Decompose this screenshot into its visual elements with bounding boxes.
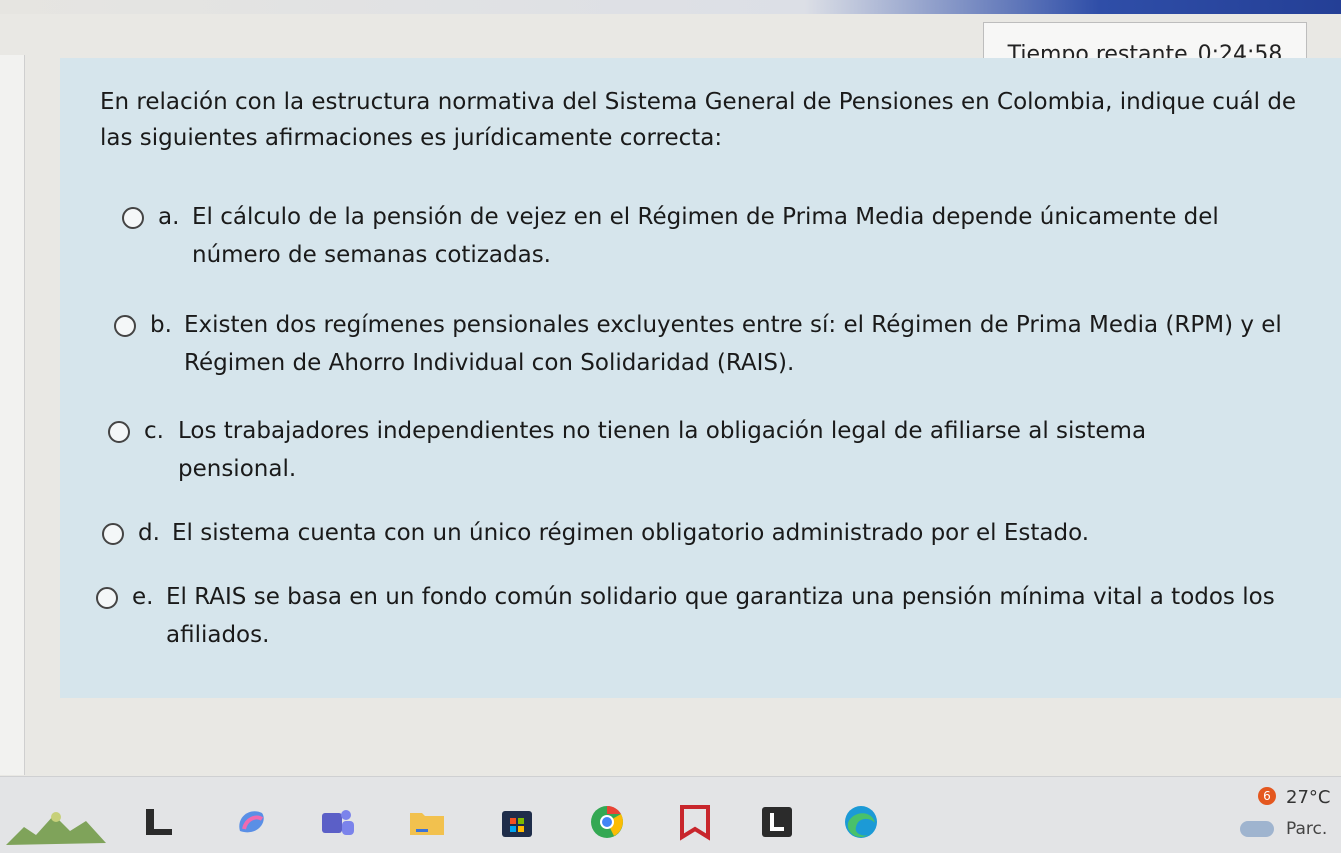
- weather-condition[interactable]: Parc.: [1286, 819, 1327, 839]
- radio-button-a[interactable]: [122, 207, 144, 229]
- option-d[interactable]: d. El sistema cuenta con un único régime…: [102, 514, 1252, 552]
- option-letter: d.: [138, 520, 160, 546]
- windows-taskbar: 6 27°C Parc.: [0, 776, 1341, 853]
- browser-top-bar: [0, 0, 1341, 14]
- option-text: El cálculo de la pensión de vejez en el …: [192, 204, 1219, 268]
- teams-icon[interactable]: [318, 803, 356, 841]
- option-text: Los trabajadores independientes no tiene…: [178, 418, 1147, 482]
- radio-button-d[interactable]: [102, 523, 124, 545]
- weather-cloud-icon: [1240, 821, 1274, 837]
- question-panel: En relación con la estructura normativa …: [60, 58, 1341, 698]
- folder-icon[interactable]: [408, 803, 446, 841]
- radio-button-b[interactable]: [114, 315, 136, 337]
- app-bookmark-icon[interactable]: [676, 803, 714, 841]
- microsoft-store-icon[interactable]: [498, 803, 536, 841]
- app-l-icon[interactable]: [758, 803, 796, 841]
- widgets-landscape-icon[interactable]: [6, 807, 106, 847]
- weather-temperature[interactable]: 27°C: [1286, 787, 1330, 808]
- option-c[interactable]: c. Los trabajadores independientes no ti…: [108, 412, 1258, 488]
- option-text: El RAIS se basa en un fondo común solida…: [166, 584, 1275, 648]
- option-letter: b.: [150, 312, 172, 338]
- option-letter: c.: [144, 418, 164, 444]
- radio-button-e[interactable]: [96, 587, 118, 609]
- file-explorer-icon[interactable]: [140, 803, 178, 841]
- edge-icon[interactable]: [842, 803, 880, 841]
- question-text: En relación con la estructura normativa …: [100, 89, 1297, 151]
- option-text: El sistema cuenta con un único régimen o…: [172, 520, 1090, 546]
- option-e[interactable]: e. El RAIS se basa en un fondo común sol…: [96, 578, 1286, 654]
- option-letter: e.: [132, 584, 154, 610]
- weather-badge: 6: [1258, 787, 1276, 805]
- option-b[interactable]: b. Existen dos regímenes pensionales exc…: [114, 306, 1284, 382]
- left-sidebar-strip: [0, 55, 25, 775]
- copilot-icon[interactable]: [232, 803, 270, 841]
- radio-button-c[interactable]: [108, 421, 130, 443]
- option-a[interactable]: a. El cálculo de la pensión de vejez en …: [122, 198, 1272, 274]
- chrome-icon[interactable]: [588, 803, 626, 841]
- option-letter: a.: [158, 204, 180, 230]
- option-text: Existen dos regímenes pensionales excluy…: [184, 312, 1282, 376]
